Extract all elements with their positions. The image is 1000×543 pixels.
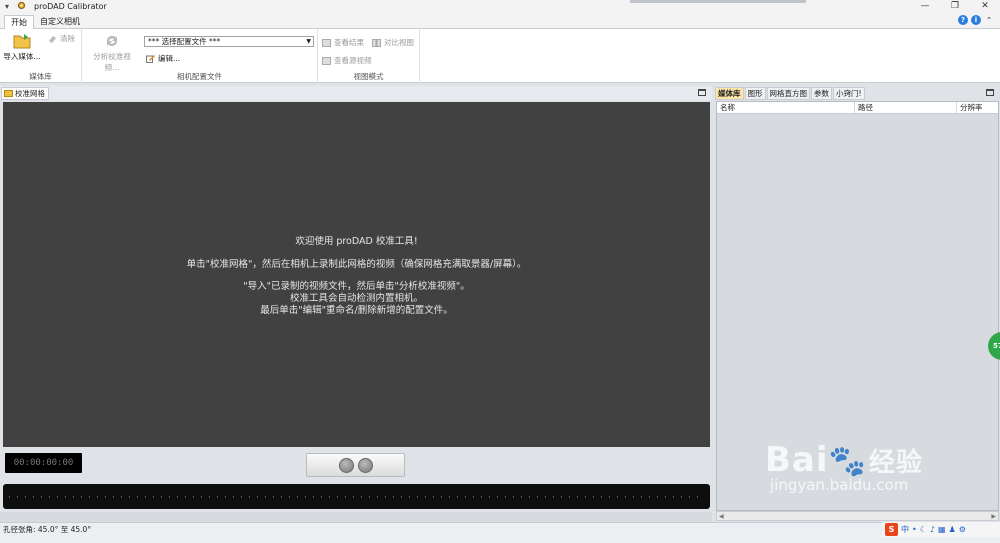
title-strip [630,0,806,3]
restore-button[interactable]: ❐ [940,0,970,13]
media-list-header: 名称 路径 分辨率 [717,102,998,114]
ime-skin-icon[interactable]: ♟ [949,525,956,534]
column-path[interactable]: 路径 [855,102,957,113]
refresh-icon [103,33,121,49]
ime-moon-icon[interactable]: ☾ [920,525,927,534]
tab-grid-histogram[interactable]: 网格直方图 [766,87,810,100]
clear-button[interactable]: 清除 [48,33,75,44]
right-panel-tabs: 媒体库 图形 网格直方图 参数 小窍门! [715,87,866,100]
app-title: proDAD Calibrator [34,2,107,11]
view-mode-group: 查看结果 对比视图 查看源视频 视图模式 [318,29,420,83]
camera-profile-group: 分析校准视频... *** 选择配置文件 *** ▼ 编辑... 相机配置文件 [82,29,318,83]
title-bar: ▾ proDAD Calibrator [0,0,1000,13]
timeline[interactable] [3,484,710,509]
view-result-icon [322,38,331,47]
media-group-label: 媒体库 [29,72,52,81]
ime-toolbar: S 中 • ☾ ♪ ▦ ♟ ⚙ [882,522,1000,537]
tab-tips[interactable]: 小窍门! [833,87,865,100]
ime-punctuation-icon[interactable]: • [912,525,917,534]
welcome-line: 欢迎使用 proDAD 校准工具! [295,236,418,247]
column-resolution[interactable]: 分辨率 [957,102,998,113]
tab-calibration-grid[interactable]: 校准网格 [1,87,49,100]
minimize-button[interactable]: — [910,0,940,13]
info-icon[interactable]: i [971,15,981,25]
analyze-video-button[interactable]: 分析校准视频... [86,33,138,73]
edit-button[interactable]: 编辑... [146,53,180,64]
compare-icon [372,38,381,47]
help-icon[interactable]: ? [958,15,968,25]
close-button[interactable]: ✕ [970,0,1000,13]
system-menu-button[interactable]: ▾ [0,2,14,11]
left-panel-tabbar: 校准网格 [0,86,712,100]
media-group: 导入媒体... 清除 媒体库 [0,29,82,83]
window-controls: — ❐ ✕ [910,0,1000,13]
instruction-line-1: 单击"校准网格"，然后在相机上录制此网格的视频（确保网格充满取景器/屏幕）。 [186,259,527,270]
ime-keyboard-icon[interactable]: ▦ [938,525,946,534]
transport-controls [306,453,405,477]
view-result-button[interactable]: 查看结果 [322,37,364,48]
status-bar: 孔径张角: 45.0° 至 45.0° [0,522,1000,543]
camera-group-label: 相机配置文件 [177,72,222,81]
preview-canvas: 欢迎使用 proDAD 校准工具! 单击"校准网格"，然后在相机上录制此网格的视… [3,102,710,447]
scroll-left-icon[interactable]: ◀ [719,513,724,520]
chevron-down-icon: ▼ [306,38,311,45]
watermark-url: jingyan.baidu.com [770,476,909,494]
watermark: Bai🐾经验 jingyan.baidu.com [765,440,923,494]
gear-icon[interactable] [14,1,28,12]
ribbon-tab-row: 开始 自定义相机 ? i ⌃ [0,13,1000,29]
help-icons: ? i ⌃ [958,15,994,25]
horizontal-scrollbar[interactable]: ◀ ▶ [716,511,999,521]
sogou-icon[interactable]: S [885,523,898,536]
scroll-right-icon[interactable]: ▶ [991,513,996,520]
tab-media-library[interactable]: 媒体库 [715,87,744,100]
ime-mode-chinese[interactable]: 中 [901,524,909,535]
compare-view-button[interactable]: 对比视图 [372,37,414,48]
maximize-right-panel-icon[interactable] [986,89,994,96]
folder-icon [13,33,31,49]
aperture-status: 孔径张角: 45.0° 至 45.0° [3,525,92,534]
ribbon: 导入媒体... 清除 媒体库 分析校准视频... *** 选择配置文件 *** … [0,29,1000,83]
tab-graphics[interactable]: 图形 [744,87,766,100]
collapse-ribbon-icon[interactable]: ⌃ [984,15,994,25]
pencil-icon [146,54,155,63]
tab-start[interactable]: 开始 [4,15,34,29]
view-source-button[interactable]: 查看源视频 [322,55,372,66]
column-name[interactable]: 名称 [717,102,855,113]
import-media-button[interactable]: 导入媒体... [2,33,42,62]
ime-tools-icon[interactable]: ⚙ [959,525,966,534]
watermark-brand: Bai🐾经验 [765,440,923,480]
folder-icon [4,90,13,97]
timeline-ticks [9,496,704,498]
maximize-panel-icon[interactable] [698,89,706,96]
left-panel-footer [0,512,712,522]
ime-voice-icon[interactable]: ♪ [930,525,935,534]
tab-parameters[interactable]: 参数 [811,87,832,100]
eraser-icon [48,35,57,43]
view-group-label: 视图模式 [353,72,384,81]
play-button[interactable] [338,457,354,473]
timecode-display: 00:00:00:00 [5,453,82,473]
source-video-icon [322,56,331,65]
instruction-line-4: 最后单击"编辑"重命名/删除新增的配置文件。 [260,305,453,316]
tab-custom-camera[interactable]: 自定义相机 [34,15,86,29]
stop-button[interactable] [357,457,373,473]
profile-select[interactable]: *** 选择配置文件 *** ▼ [144,36,314,47]
